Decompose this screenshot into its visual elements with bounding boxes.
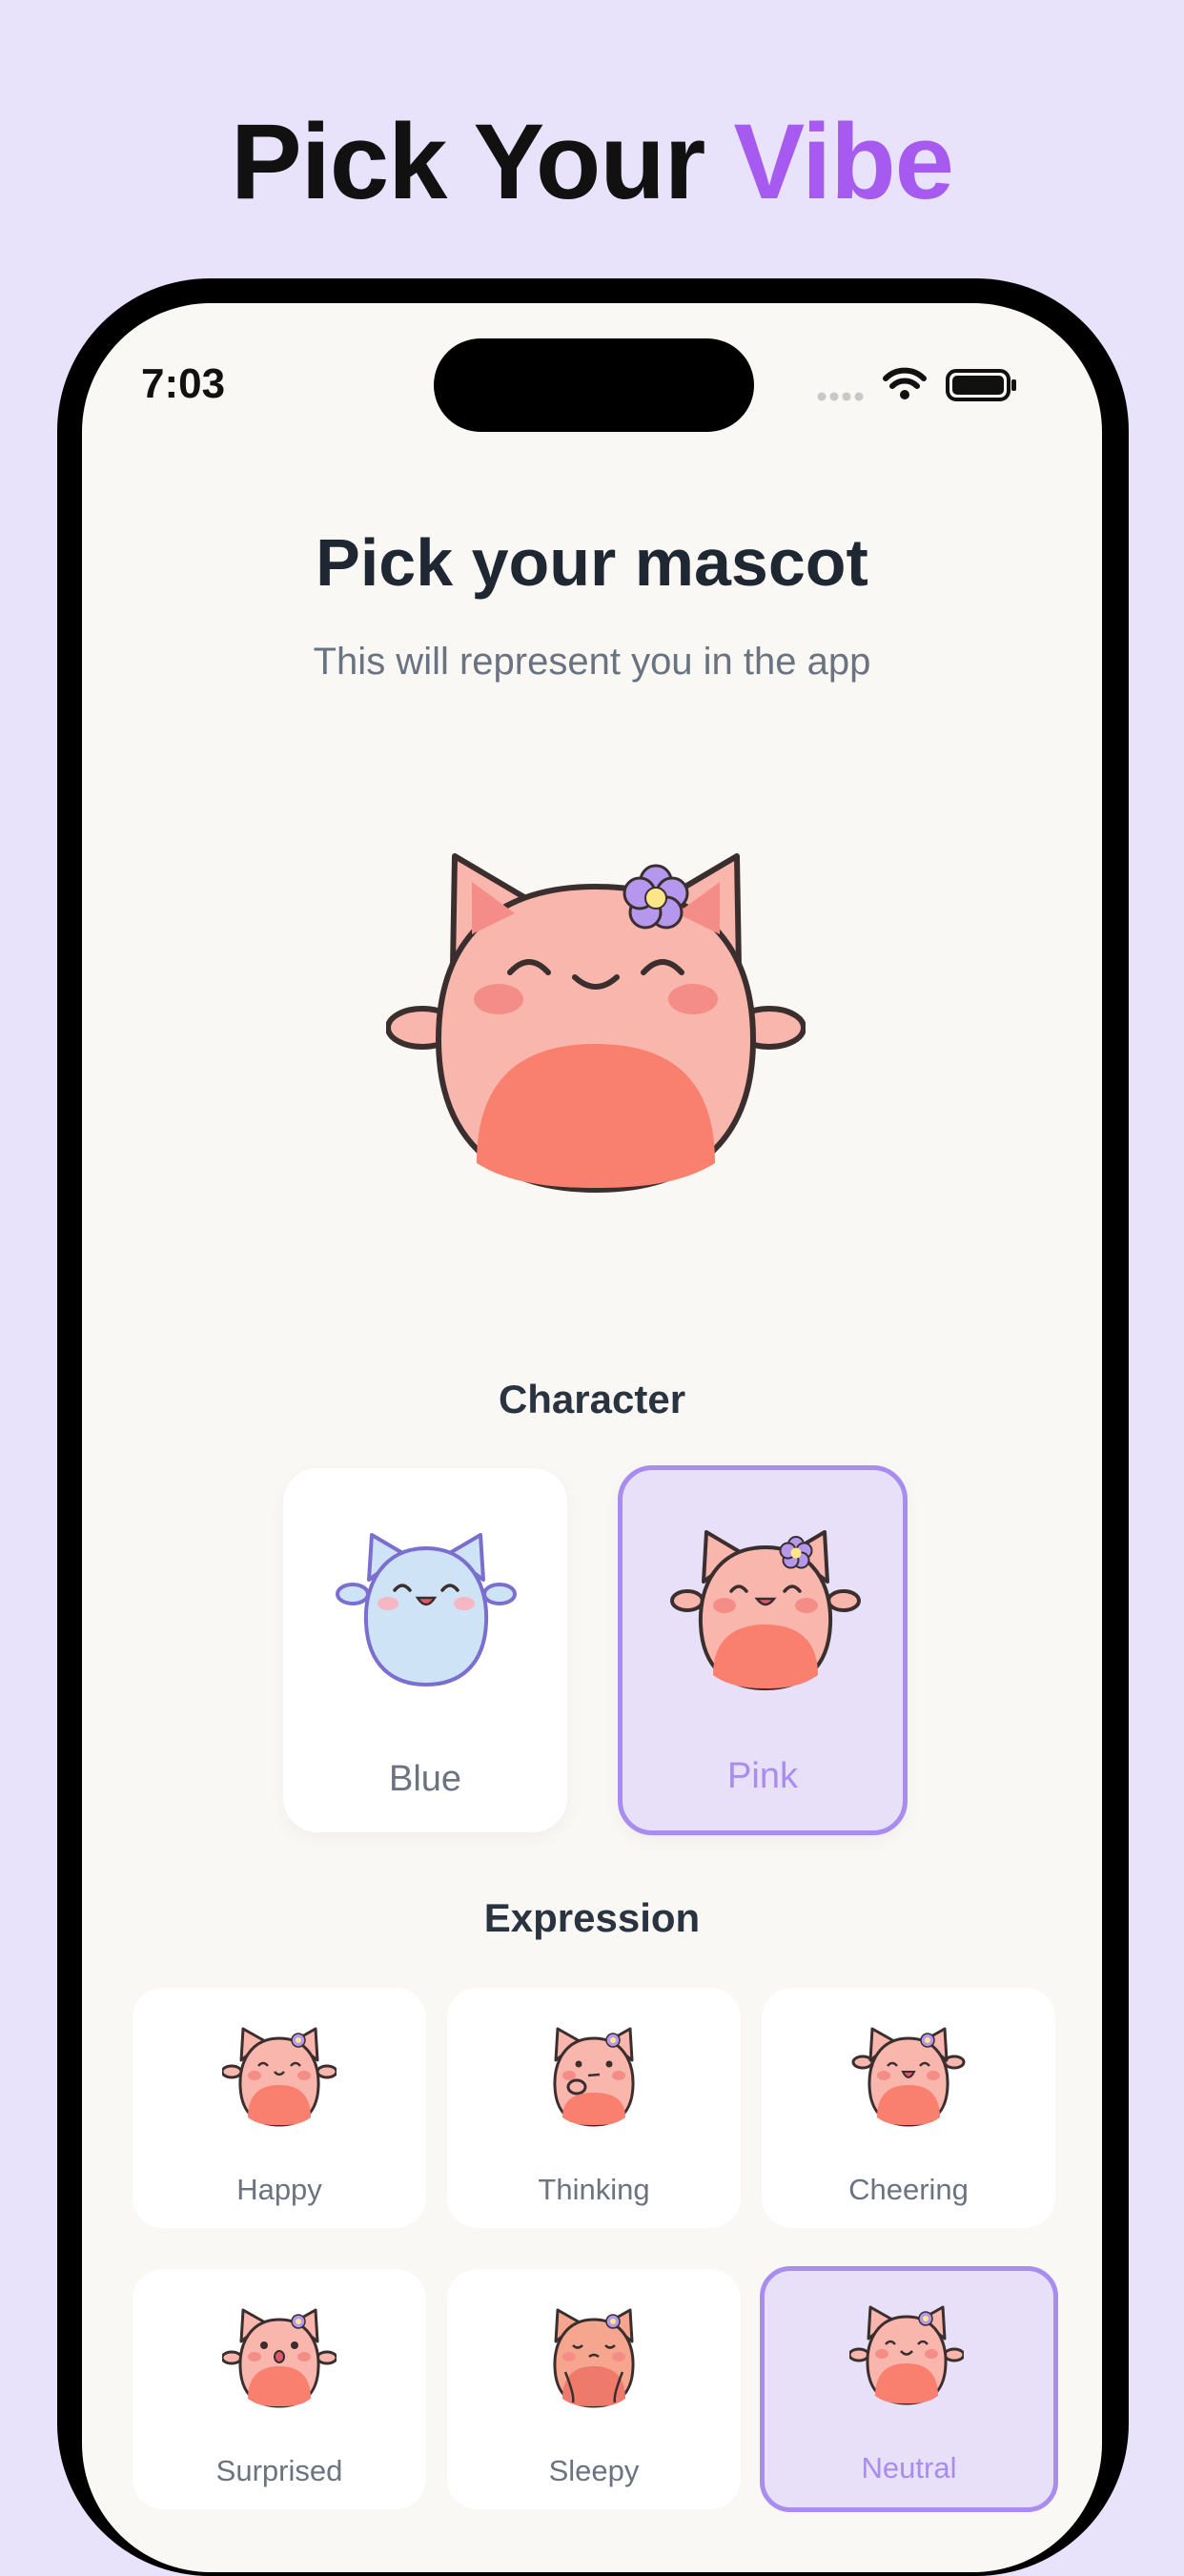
expression-option-thinking[interactable]: Thinking <box>447 1988 741 2228</box>
expression-option-neutral[interactable]: Neutral <box>760 2266 1058 2512</box>
expression-option-label: Thinking <box>538 2173 650 2206</box>
mascot-preview-image <box>386 853 806 1193</box>
expression-option-label: Surprised <box>215 2454 343 2487</box>
character-option-blue[interactable]: Blue <box>283 1468 567 1832</box>
blue-mascot-icon <box>336 1533 517 1687</box>
expression-option-sleepy[interactable]: Sleepy <box>447 2269 741 2509</box>
headline-accent: Vibe <box>733 102 953 221</box>
dynamic-island <box>434 338 754 432</box>
expression-option-label: Cheering <box>848 2173 969 2206</box>
promo-headline: Pick Your Vibe <box>0 100 1184 223</box>
pink-mascot-icon <box>670 1530 861 1690</box>
expression-option-label: Happy <box>236 2173 322 2206</box>
battery-icon <box>946 369 1016 401</box>
sleepy-mascot-icon <box>553 2308 635 2408</box>
status-time: 7:03 <box>141 360 226 407</box>
thinking-mascot-icon <box>553 2027 635 2127</box>
character-option-pink[interactable]: Pink <box>618 1465 908 1835</box>
surprised-mascot-icon <box>222 2308 337 2408</box>
expression-option-surprised[interactable]: Surprised <box>133 2269 426 2509</box>
expression-option-label: Sleepy <box>548 2454 640 2487</box>
cellular-signal-icon <box>817 392 864 401</box>
neutral-mascot-icon <box>849 2305 964 2405</box>
character-option-label: Blue <box>388 1759 462 1799</box>
page-subtitle: This will represent you in the app <box>313 641 871 683</box>
expression-option-label: Neutral <box>861 2451 957 2484</box>
headline-prefix: Pick Your <box>231 102 734 221</box>
character-option-label: Pink <box>727 1756 798 1796</box>
cheering-mascot-icon <box>851 2027 966 2127</box>
expression-option-cheering[interactable]: Cheering <box>762 1988 1055 2228</box>
page-title: Pick your mascot <box>316 525 868 600</box>
happy-mascot-icon <box>222 2027 337 2127</box>
character-section-label: Character <box>498 1377 686 1421</box>
wifi-icon <box>883 367 927 399</box>
expression-option-happy[interactable]: Happy <box>133 1988 426 2228</box>
expression-section-label: Expression <box>483 1895 701 1940</box>
